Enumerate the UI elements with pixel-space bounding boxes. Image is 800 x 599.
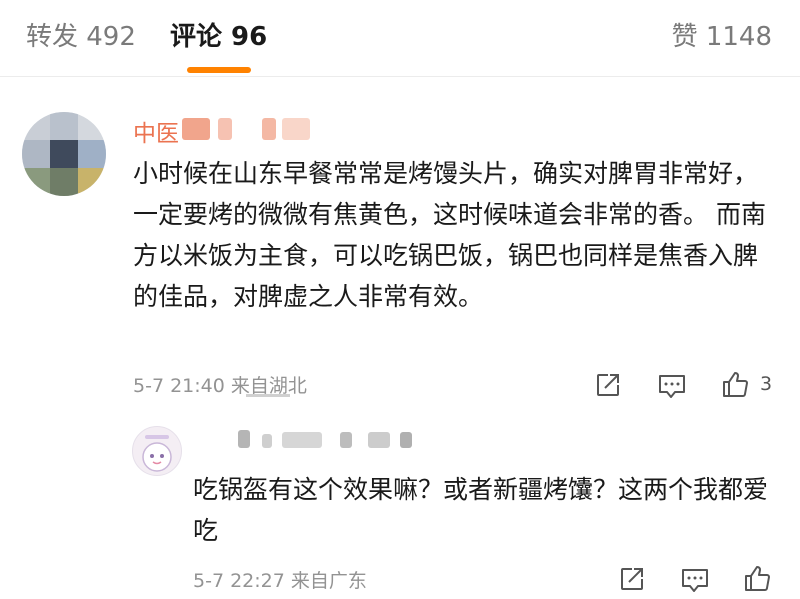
reply-avatar[interactable] bbox=[132, 426, 182, 476]
blurred-username-segment bbox=[282, 118, 310, 140]
active-tab-indicator bbox=[187, 67, 251, 73]
reply-comment-icon[interactable] bbox=[657, 372, 687, 400]
blurred-username-segment bbox=[182, 118, 210, 140]
blurred-username-segment bbox=[262, 434, 272, 448]
blurred-username-segment bbox=[368, 432, 390, 448]
reply-meta: 5-7 22:27 来自广东 bbox=[193, 570, 367, 592]
share-icon[interactable] bbox=[594, 371, 622, 399]
blurred-username-segment bbox=[262, 118, 276, 140]
tab-repost[interactable]: 转发 492 bbox=[26, 20, 136, 54]
blurred-username-segment bbox=[400, 432, 412, 448]
share-icon[interactable] bbox=[618, 565, 646, 593]
tab-comment[interactable]: 评论 96 bbox=[170, 20, 267, 54]
blurred-username-segment bbox=[340, 432, 352, 448]
blurred-username-segment bbox=[238, 430, 250, 448]
avatar[interactable] bbox=[22, 112, 106, 196]
tabs-divider bbox=[0, 76, 800, 77]
thumbs-up-icon[interactable] bbox=[720, 369, 750, 399]
comment-tabs: 转发 492 评论 96 赞 1148 bbox=[0, 0, 800, 76]
reply-body: 吃锅盔有这个效果嘛？或者新疆烤馕？这两个我都爱吃 bbox=[193, 475, 769, 545]
comment-body: 小时候在山东早餐常常是烤馒头片，确实对脾胃非常好，一定要烤的微微有焦黄色，这时候… bbox=[133, 159, 766, 311]
blurred-username-segment bbox=[218, 118, 232, 140]
blurred-username-segment bbox=[282, 432, 322, 448]
meta-underline bbox=[246, 394, 290, 397]
like-count: 3 bbox=[760, 373, 773, 395]
tab-like[interactable]: 赞 1148 bbox=[672, 20, 772, 54]
comment-username[interactable]: 中医 bbox=[133, 114, 179, 148]
thumbs-up-icon[interactable] bbox=[742, 563, 772, 593]
reply-comment-icon[interactable] bbox=[680, 566, 710, 594]
